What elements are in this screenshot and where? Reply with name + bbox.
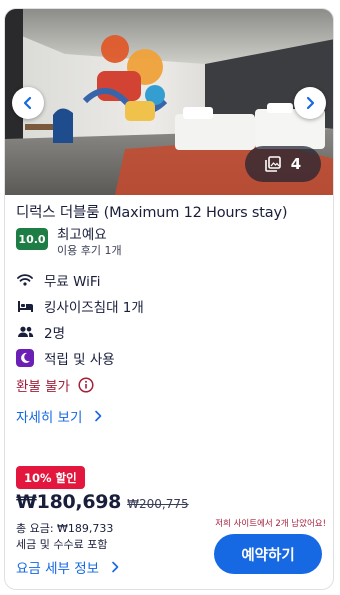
room-title: 디럭스 더블룸 (Maximum 12 Hours stay)	[16, 205, 288, 221]
amenity-label: 적립 및 사용	[44, 352, 115, 368]
amenity-wifi: 무료 WiFi	[16, 270, 100, 290]
amenity-points: 적립 및 사용	[16, 348, 115, 368]
chevron-right-icon	[95, 410, 102, 422]
fee-details-label: 요금 세부 정보	[16, 561, 100, 577]
bed-icon	[16, 297, 34, 315]
more-details-label: 자세히 보기	[16, 410, 83, 426]
wifi-icon	[16, 271, 34, 289]
discount-badge: 10% 할인	[16, 466, 85, 489]
price-row: ₩180,698 ₩200,775	[16, 491, 189, 513]
current-price: ₩180,698	[16, 491, 122, 513]
card-body: 디럭스 더블룸 (Maximum 12 Hours stay) 10.0 최고예…	[4, 0, 334, 595]
amenity-label: 2명	[44, 326, 66, 342]
more-details-link[interactable]: 자세히 보기	[16, 406, 102, 426]
chevron-right-icon	[112, 561, 119, 573]
taxes-note: 세금 및 수수료 포함	[16, 538, 108, 551]
rooms-left-notice: 저희 사이트에서 2개 남았어요!	[215, 519, 326, 529]
points-moon-icon	[16, 349, 34, 367]
rating-score-badge: 10.0	[16, 228, 48, 250]
rating-reviews: 이용 후기 1개	[57, 244, 122, 257]
reserve-button[interactable]: 예약하기	[214, 534, 322, 574]
rating-label: 최고예요	[57, 227, 107, 243]
info-icon[interactable]	[78, 377, 94, 393]
people-icon	[16, 323, 34, 341]
amenity-label: 킹사이즈침대 1개	[44, 300, 144, 316]
amenity-occupancy: 2명	[16, 322, 65, 342]
amenity-bed: 킹사이즈침대 1개	[16, 296, 144, 316]
original-price: ₩200,775	[127, 497, 189, 511]
total-price: 총 요금: ₩189,733	[16, 522, 114, 535]
refund-policy: 환불 불가	[16, 375, 94, 395]
refund-label: 환불 불가	[16, 379, 70, 395]
amenity-label: 무료 WiFi	[44, 274, 101, 290]
fee-details-link[interactable]: 요금 세부 정보	[16, 557, 119, 577]
